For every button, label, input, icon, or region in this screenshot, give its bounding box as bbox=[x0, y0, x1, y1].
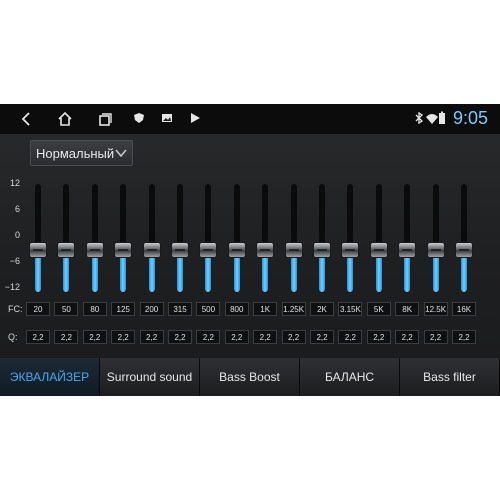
tab-bar: ЭКВАЛАЙЗЕР Surround sound Bass Boost БАЛ… bbox=[0, 358, 500, 396]
preset-dropdown[interactable]: Нормальный bbox=[30, 140, 133, 166]
fc-value[interactable]: 80 bbox=[82, 302, 107, 316]
y-tick-label: −6 bbox=[9, 256, 20, 266]
eq-slider[interactable] bbox=[257, 184, 274, 292]
back-icon[interactable] bbox=[18, 110, 36, 128]
eq-slider[interactable] bbox=[228, 184, 245, 292]
eq-slider[interactable] bbox=[86, 184, 103, 292]
gallery-icon bbox=[160, 111, 174, 125]
fc-value[interactable]: 1.25K bbox=[281, 302, 306, 316]
eq-slider[interactable] bbox=[200, 184, 217, 292]
y-tick-label: 0 bbox=[14, 230, 20, 240]
slider-knob[interactable] bbox=[172, 243, 188, 257]
q-value[interactable]: 2,2 bbox=[395, 330, 420, 344]
fc-value[interactable]: 1K bbox=[253, 302, 278, 316]
y-tick-label: −12 bbox=[4, 282, 20, 292]
q-value[interactable]: 2,2 bbox=[253, 330, 278, 344]
q-value[interactable]: 2,2 bbox=[54, 330, 79, 344]
slider-knob[interactable] bbox=[86, 243, 103, 257]
fc-value[interactable]: 8K bbox=[395, 302, 420, 316]
slider-knob[interactable] bbox=[456, 243, 472, 257]
q-value[interactable]: 2,2 bbox=[168, 330, 192, 344]
preset-label: Нормальный bbox=[36, 146, 115, 161]
slider-knob[interactable] bbox=[228, 243, 245, 257]
eq-slider[interactable] bbox=[456, 184, 472, 292]
eq-slider[interactable] bbox=[285, 184, 302, 292]
slider-knob[interactable] bbox=[143, 243, 160, 257]
q-value[interactable]: 2,2 bbox=[366, 330, 391, 344]
battery-icon bbox=[438, 111, 446, 125]
slider-knob[interactable] bbox=[399, 243, 416, 257]
fc-value[interactable]: 20 bbox=[26, 302, 50, 316]
slider-knob[interactable] bbox=[342, 243, 359, 257]
fc-value[interactable]: 800 bbox=[224, 302, 249, 316]
fc-value[interactable]: 16K bbox=[452, 302, 476, 316]
y-tick-label: 6 bbox=[14, 204, 20, 214]
tab-surround-sound[interactable]: Surround sound bbox=[100, 358, 200, 396]
eq-slider[interactable] bbox=[58, 184, 75, 292]
slider-knob[interactable] bbox=[257, 243, 274, 257]
wifi-icon bbox=[425, 111, 439, 125]
bluetooth-icon bbox=[412, 111, 426, 125]
tab-bass-boost[interactable]: Bass Boost bbox=[200, 358, 300, 396]
y-tick-label: 12 bbox=[9, 178, 20, 188]
fc-value[interactable]: 2K bbox=[310, 302, 334, 316]
fc-row-label: FC: bbox=[8, 304, 23, 314]
eq-slider[interactable] bbox=[399, 184, 416, 292]
fc-value[interactable]: 50 bbox=[54, 302, 79, 316]
slider-knob[interactable] bbox=[30, 243, 46, 257]
eq-slider[interactable] bbox=[143, 184, 160, 292]
q-value[interactable]: 2,2 bbox=[82, 330, 107, 344]
q-value[interactable]: 2,2 bbox=[423, 330, 448, 344]
q-row-label: Q: bbox=[8, 332, 18, 342]
slider-knob[interactable] bbox=[115, 243, 132, 257]
q-value[interactable]: 2,2 bbox=[281, 330, 306, 344]
eq-slider[interactable] bbox=[172, 184, 188, 292]
slider-knob[interactable] bbox=[285, 243, 302, 257]
q-value[interactable]: 2,2 bbox=[224, 330, 249, 344]
slider-knob[interactable] bbox=[58, 243, 75, 257]
q-value[interactable]: 2,2 bbox=[452, 330, 476, 344]
slider-knob[interactable] bbox=[370, 243, 387, 257]
eq-slider[interactable] bbox=[370, 184, 387, 292]
fc-value[interactable]: 3.15K bbox=[338, 302, 363, 316]
fc-value[interactable]: 200 bbox=[139, 302, 164, 316]
shield-icon bbox=[132, 111, 146, 125]
status-bar: 9:05 bbox=[0, 104, 500, 134]
slider-knob[interactable] bbox=[200, 243, 217, 257]
q-value[interactable]: 2,2 bbox=[310, 330, 334, 344]
chevron-down-icon bbox=[115, 149, 127, 158]
q-value[interactable]: 2,2 bbox=[111, 330, 136, 344]
fc-value[interactable]: 315 bbox=[168, 302, 192, 316]
slider-knob[interactable] bbox=[314, 243, 330, 257]
eq-slider[interactable] bbox=[427, 184, 444, 292]
eq-slider[interactable] bbox=[314, 184, 330, 292]
tab-bass-filter[interactable]: Bass filter bbox=[400, 358, 500, 396]
tab-equalizer[interactable]: ЭКВАЛАЙЗЕР bbox=[0, 358, 100, 396]
device-screen: 9:05 Нормальный 12 6 0 −6 −12 FC: Q: 20 5… bbox=[0, 104, 500, 396]
fc-value[interactable]: 12.5K bbox=[423, 302, 448, 316]
eq-slider[interactable] bbox=[115, 184, 132, 292]
fc-value[interactable]: 125 bbox=[111, 302, 136, 316]
fc-value[interactable]: 5K bbox=[366, 302, 391, 316]
q-value[interactable]: 2,2 bbox=[338, 330, 363, 344]
home-icon[interactable] bbox=[56, 110, 74, 128]
play-store-icon bbox=[188, 111, 202, 125]
q-value[interactable]: 2,2 bbox=[26, 330, 50, 344]
q-value[interactable]: 2,2 bbox=[196, 330, 221, 344]
tab-balance[interactable]: БАЛАНС bbox=[300, 358, 400, 396]
fc-value[interactable]: 500 bbox=[196, 302, 221, 316]
recent-apps-icon[interactable] bbox=[96, 110, 114, 128]
slider-knob[interactable] bbox=[427, 243, 444, 257]
clock: 9:05 bbox=[452, 108, 488, 128]
eq-slider[interactable] bbox=[30, 184, 46, 292]
eq-slider[interactable] bbox=[342, 184, 359, 292]
q-value[interactable]: 2,2 bbox=[139, 330, 164, 344]
